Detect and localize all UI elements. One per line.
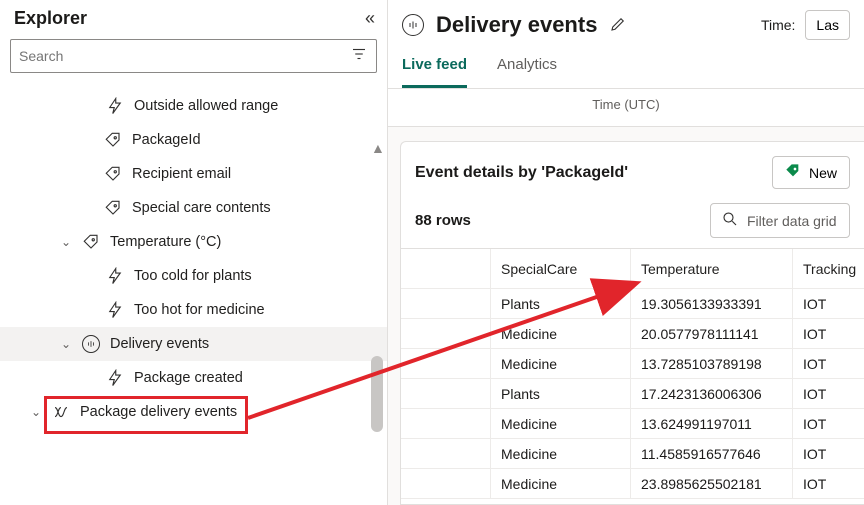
table-row[interactable]: Medicine23.8985625502181IOT <box>401 469 864 499</box>
cell-specialcare: Plants <box>491 289 631 318</box>
tree-item-too-cold-for-plants[interactable]: Too cold for plants <box>0 259 387 293</box>
flow-icon <box>52 403 70 421</box>
table-row[interactable]: Medicine13.624991197011IOT <box>401 409 864 439</box>
cell-tracking: IOT <box>793 379 864 408</box>
tree-item-packageid[interactable]: PackageId <box>0 123 387 157</box>
table-row[interactable]: Medicine20.0577978111141IOT <box>401 319 864 349</box>
filter-placeholder: Filter data grid <box>747 213 836 229</box>
search-icon <box>721 210 739 231</box>
chevron-down-icon: ⌄ <box>30 405 42 419</box>
search-input[interactable] <box>19 48 342 64</box>
event-details-panel: Event details by 'PackageId' New 88 rows… <box>400 141 864 505</box>
tree-item-too-hot-for-medicine[interactable]: Too hot for medicine <box>0 293 387 327</box>
tree-item-temperature-c[interactable]: ⌄ Temperature (°C) <box>0 225 387 259</box>
tree-item-label: Package created <box>134 370 243 386</box>
stream-icon <box>402 14 424 36</box>
col-header-tracking[interactable]: Tracking <box>793 249 864 288</box>
tree-item-label: Delivery events <box>110 336 209 352</box>
table-row[interactable]: Medicine13.7285103789198IOT <box>401 349 864 379</box>
cell-specialcare: Medicine <box>491 439 631 468</box>
time-label: Time: <box>761 17 795 33</box>
cell-specialcare: Medicine <box>491 319 631 348</box>
cell-specialcare: Medicine <box>491 349 631 378</box>
tree-item-label: Temperature (°C) <box>110 234 221 250</box>
bolt-icon <box>106 369 124 387</box>
tree-item-package-created[interactable]: Package created <box>0 361 387 395</box>
tag-icon <box>82 233 100 251</box>
grid-header-row: SpecialCareTemperatureTracking <box>401 249 864 289</box>
tree-item-label: Too hot for medicine <box>134 302 265 318</box>
data-grid: SpecialCareTemperatureTrackingPlants19.3… <box>401 248 864 499</box>
tree-item-recipient-email[interactable]: Recipient email <box>0 157 387 191</box>
scroll-up-arrow[interactable]: ▲ <box>371 140 383 156</box>
new-button[interactable]: New <box>772 156 850 189</box>
chevron-down-icon: ⌄ <box>60 235 72 249</box>
search-box[interactable] <box>10 39 377 73</box>
explorer-tree: Outside allowed range PackageId Recipient … <box>0 83 387 505</box>
scroll-thumb[interactable] <box>371 356 383 432</box>
cell-temperature: 11.4585916577646 <box>631 439 793 468</box>
table-row[interactable]: Plants19.3056133933391IOT <box>401 289 864 319</box>
col-header-temperature[interactable]: Temperature <box>631 249 793 288</box>
pager: ◀ <box>401 499 864 505</box>
sidebar-title: Explorer <box>14 8 87 29</box>
bolt-icon <box>106 267 124 285</box>
tree-item-outside-allowed-range[interactable]: Outside allowed range <box>0 89 387 123</box>
filter-grid-input[interactable]: Filter data grid <box>710 203 850 238</box>
tag-icon <box>104 199 122 217</box>
bolt-icon <box>106 301 124 319</box>
details-title: Event details by 'PackageId' <box>415 164 628 182</box>
col-blank <box>401 249 491 288</box>
cell-specialcare: Medicine <box>491 409 631 438</box>
main-tabs: Live feed Analytics <box>388 46 864 89</box>
tag-icon <box>104 131 122 149</box>
new-button-label: New <box>809 165 837 181</box>
tag-icon <box>785 163 801 182</box>
cell-temperature: 13.7285103789198 <box>631 349 793 378</box>
tree-item-label: Outside allowed range <box>134 98 278 114</box>
explorer-sidebar: Explorer « Outside allowed range PackageI… <box>0 0 388 505</box>
tree-item-delivery-events[interactable]: ⌄ Delivery events <box>0 327 387 361</box>
bolt-icon <box>106 97 124 115</box>
cell-specialcare: Medicine <box>491 469 631 498</box>
tree-item-label: PackageId <box>132 132 201 148</box>
edit-title-icon[interactable] <box>609 15 627 36</box>
tree-item-package-delivery-events[interactable]: ⌄ Package delivery events <box>0 395 387 429</box>
cell-temperature: 19.3056133933391 <box>631 289 793 318</box>
collapse-sidebar-button[interactable]: « <box>365 8 375 29</box>
cell-temperature: 23.8985625502181 <box>631 469 793 498</box>
cell-tracking: IOT <box>793 319 864 348</box>
table-row[interactable]: Plants17.2423136006306IOT <box>401 379 864 409</box>
cell-tracking: IOT <box>793 439 864 468</box>
stream-icon <box>82 335 100 353</box>
page-title: Delivery events <box>436 12 597 38</box>
cell-tracking: IOT <box>793 469 864 498</box>
tab-live-feed[interactable]: Live feed <box>402 46 467 88</box>
row-count: 88 rows <box>415 212 471 229</box>
tab-analytics[interactable]: Analytics <box>497 46 557 88</box>
time-range-button[interactable]: Las <box>805 10 850 40</box>
cell-temperature: 17.2423136006306 <box>631 379 793 408</box>
tree-item-label: Recipient email <box>132 166 231 182</box>
tree-item-label: Special care contents <box>132 200 271 216</box>
filter-icon[interactable] <box>350 45 368 68</box>
cell-tracking: IOT <box>793 409 864 438</box>
table-row[interactable]: Medicine11.4585916577646IOT <box>401 439 864 469</box>
chevron-down-icon: ⌄ <box>60 337 72 351</box>
cell-tracking: IOT <box>793 349 864 378</box>
main-panel: Delivery events Time: Las Live feed Analy… <box>388 0 864 505</box>
cell-temperature: 13.624991197011 <box>631 409 793 438</box>
chart-time-axis: Time (UTC) <box>388 89 864 127</box>
tag-icon <box>104 165 122 183</box>
cell-tracking: IOT <box>793 289 864 318</box>
sidebar-scrollbar[interactable]: ▲ <box>371 140 383 432</box>
col-header-specialcare[interactable]: SpecialCare <box>491 249 631 288</box>
cell-specialcare: Plants <box>491 379 631 408</box>
tree-item-special-care-contents[interactable]: Special care contents <box>0 191 387 225</box>
cell-temperature: 20.0577978111141 <box>631 319 793 348</box>
tree-item-label: Package delivery events <box>80 404 237 420</box>
tree-item-label: Too cold for plants <box>134 268 252 284</box>
